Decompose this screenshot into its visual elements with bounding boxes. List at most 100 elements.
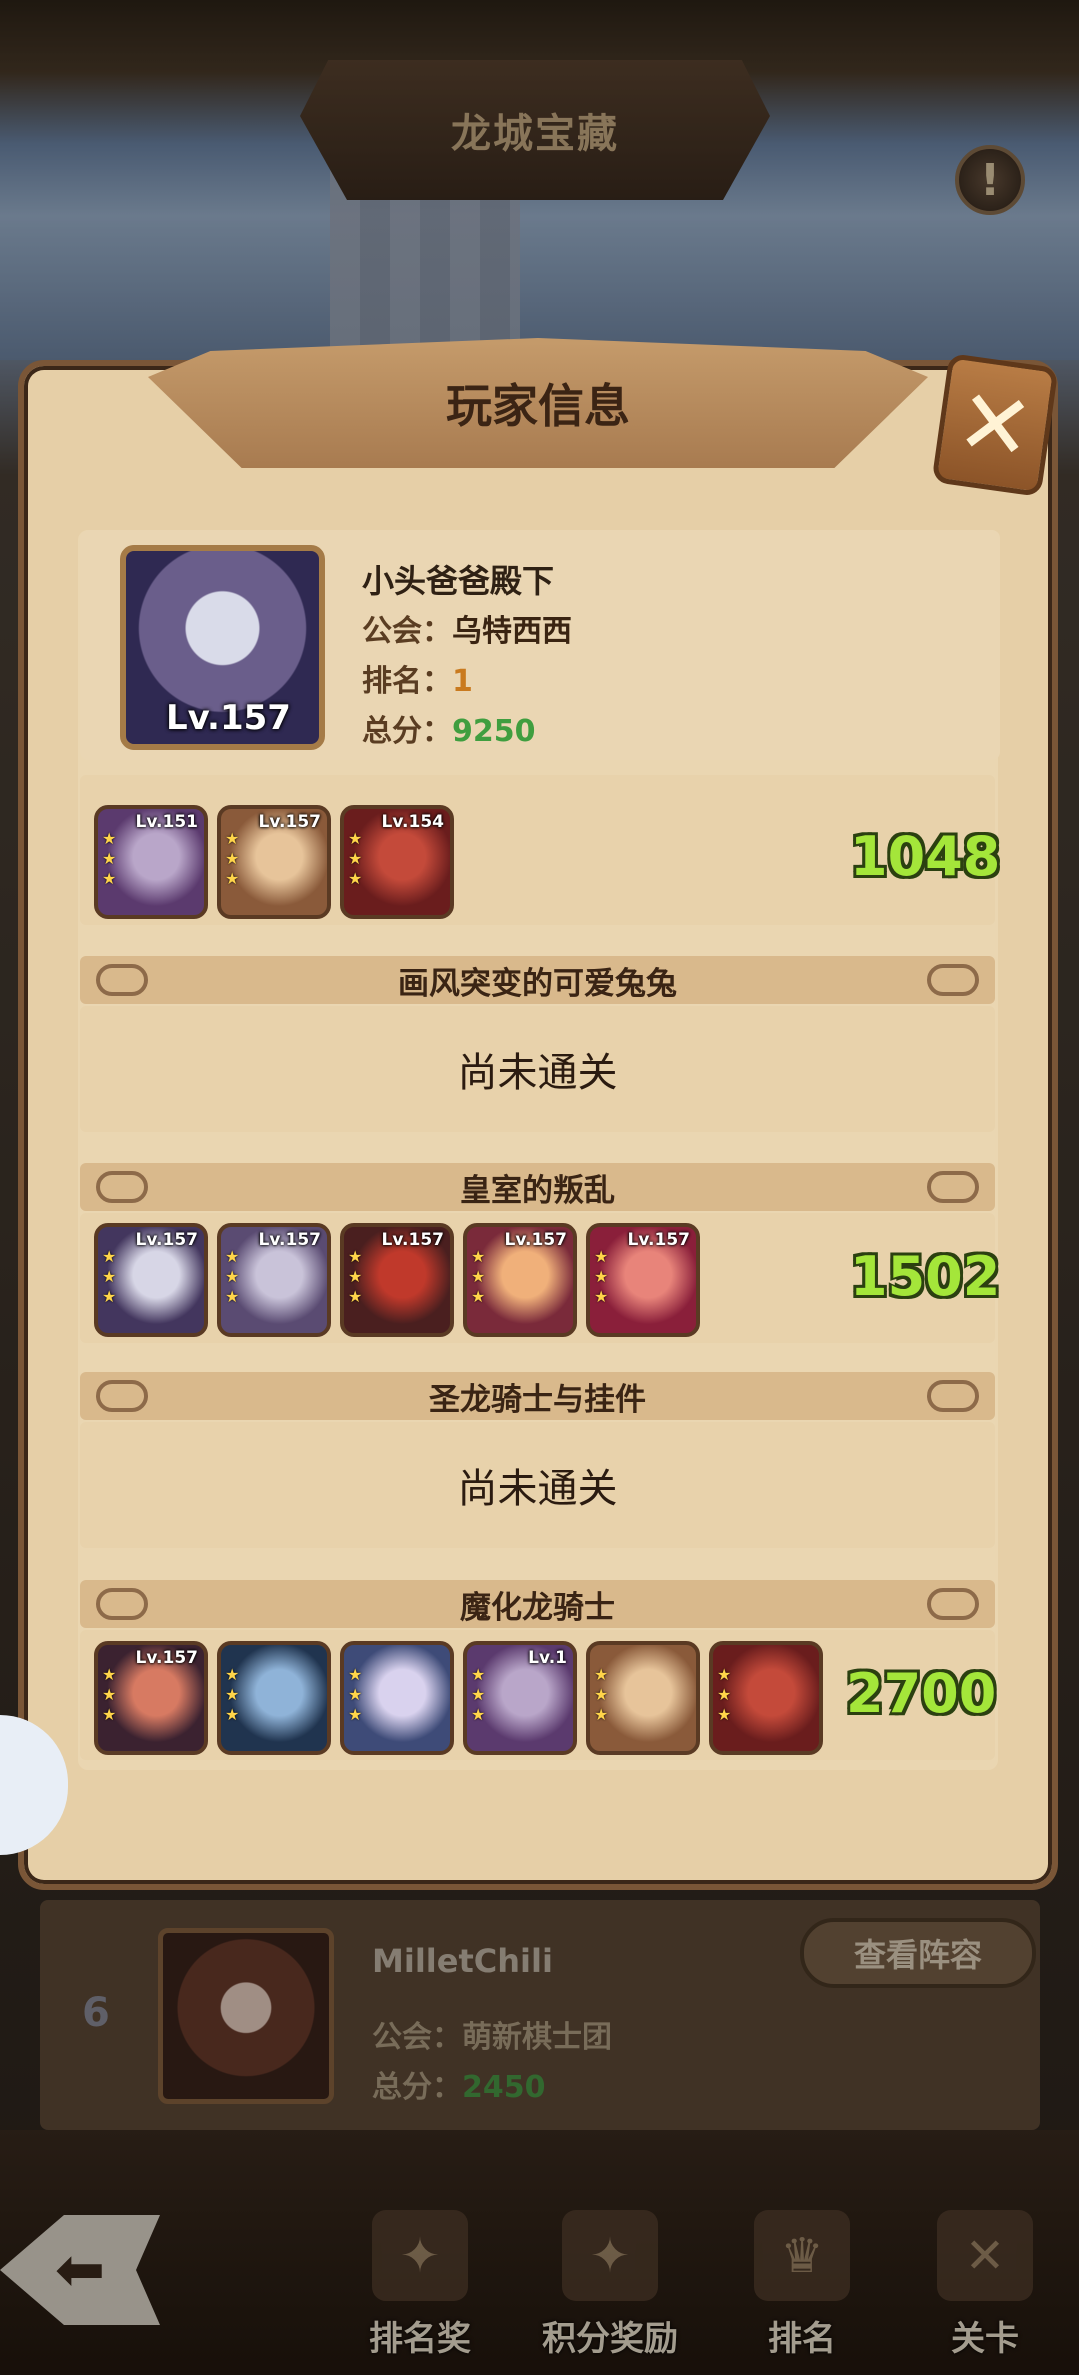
hero-portrait[interactable]: Lv.157 ★ ★ ★ xyxy=(586,1223,700,1337)
stage-title-bar: 皇室的叛乱 xyxy=(80,1163,995,1211)
star-icon: ★ xyxy=(102,1267,117,1286)
hero-portrait[interactable]: ★ ★ ★ xyxy=(586,1641,700,1755)
star-icon: ★ xyxy=(348,1267,363,1286)
stage-title-bar: 圣龙骑士与挂件 xyxy=(80,1372,995,1420)
hero-portrait[interactable]: Lv.154 ★ ★ ★ xyxy=(340,805,454,919)
star-icon: ★ xyxy=(225,869,240,888)
rank-line: 排名：1 xyxy=(362,656,473,700)
ornament-icon xyxy=(96,1380,148,1412)
hero-portrait[interactable]: ★ ★ ★ xyxy=(709,1641,823,1755)
ornament-icon xyxy=(927,1380,979,1412)
ornament-icon xyxy=(927,1588,979,1620)
ornament-icon xyxy=(96,964,148,996)
stage-title: 画风突变的可爱兔兔 xyxy=(398,965,677,1002)
star-icon: ★ xyxy=(102,849,117,868)
star-icon: ★ xyxy=(225,829,240,848)
star-icon: ★ xyxy=(471,1267,486,1286)
star-icon: ★ xyxy=(102,829,117,848)
star-icon: ★ xyxy=(348,1665,363,1684)
star-icon: ★ xyxy=(102,1287,117,1306)
star-icon: ★ xyxy=(348,869,363,888)
hero-level: Lv.154 xyxy=(381,812,444,832)
star-icon: ★ xyxy=(348,1685,363,1704)
star-icon: ★ xyxy=(102,1665,117,1684)
hero-portrait[interactable]: Lv.157 ★ ★ ★ xyxy=(217,805,331,919)
rank-value: 1 xyxy=(452,664,473,699)
ornament-icon xyxy=(927,964,979,996)
star-icon: ★ xyxy=(348,829,363,848)
hero-portrait[interactable]: Lv.157 ★ ★ ★ xyxy=(94,1223,208,1337)
star-icon: ★ xyxy=(225,1287,240,1306)
star-icon: ★ xyxy=(102,1705,117,1724)
star-icon: ★ xyxy=(594,1705,609,1724)
hero-portrait[interactable]: Lv.157 ★ ★ ★ xyxy=(463,1223,577,1337)
star-icon: ★ xyxy=(102,1685,117,1704)
player-level: Lv.157 xyxy=(166,698,291,738)
hero-portrait[interactable]: Lv.157 ★ ★ ★ xyxy=(217,1223,331,1337)
ornament-icon xyxy=(96,1588,148,1620)
star-icon: ★ xyxy=(348,1287,363,1306)
hero-level: Lv.151 xyxy=(135,812,198,832)
guild-label: 公会： xyxy=(362,614,452,649)
stage-title: 圣龙骑士与挂件 xyxy=(429,1381,646,1418)
star-icon: ★ xyxy=(225,1665,240,1684)
stage-title: 皇室的叛乱 xyxy=(460,1172,615,1209)
hero-level: Lv.157 xyxy=(135,1230,198,1250)
guild-line: 公会：乌特西西 xyxy=(362,606,572,650)
stage-status: 尚未通关 xyxy=(80,1422,995,1548)
star-icon: ★ xyxy=(102,869,117,888)
hero-level: Lv.157 xyxy=(258,1230,321,1250)
rank-label: 排名： xyxy=(362,664,452,699)
hero-portrait[interactable]: ★ ★ ★ xyxy=(340,1641,454,1755)
star-icon: ★ xyxy=(594,1267,609,1286)
hero-portrait[interactable]: Lv.1 ★ ★ ★ xyxy=(463,1641,577,1755)
hero-level: Lv.157 xyxy=(381,1230,444,1250)
ornament-icon xyxy=(96,1171,148,1203)
star-icon: ★ xyxy=(225,1705,240,1724)
hero-portrait[interactable]: Lv.151 ★ ★ ★ xyxy=(94,805,208,919)
hero-level: Lv.1 xyxy=(528,1648,567,1668)
star-icon: ★ xyxy=(717,1705,732,1724)
stage-status: 尚未通关 xyxy=(80,1006,995,1132)
hero-level: Lv.157 xyxy=(135,1648,198,1668)
player-name: 小头爸爸殿下 xyxy=(362,562,555,600)
stage-title: 魔化龙骑士 xyxy=(460,1589,615,1626)
star-icon: ★ xyxy=(225,1685,240,1704)
star-icon: ★ xyxy=(471,1685,486,1704)
ornament-icon xyxy=(927,1171,979,1203)
guild-name: 乌特西西 xyxy=(452,614,572,649)
star-icon: ★ xyxy=(471,1247,486,1266)
close-button[interactable]: ✕ xyxy=(931,352,1059,498)
star-icon: ★ xyxy=(594,1287,609,1306)
star-icon: ★ xyxy=(471,1665,486,1684)
hero-level: Lv.157 xyxy=(504,1230,567,1250)
star-icon: ★ xyxy=(471,1705,486,1724)
star-icon: ★ xyxy=(225,1267,240,1286)
modal-title: 玩家信息 xyxy=(148,338,928,468)
hero-portrait[interactable]: ★ ★ ★ xyxy=(217,1641,331,1755)
star-icon: ★ xyxy=(225,849,240,868)
star-icon: ★ xyxy=(348,1705,363,1724)
team-power: 1502 xyxy=(850,1245,1001,1308)
game-screen: 龙城宝藏 ! 6 MilletChili 公会：萌新棋士团 总分：2450 查看… xyxy=(0,0,1079,2375)
star-icon: ★ xyxy=(717,1665,732,1684)
stage-title-bar: 画风突变的可爱兔兔 xyxy=(80,956,995,1004)
hero-portrait[interactable]: Lv.157 ★ ★ ★ xyxy=(94,1641,208,1755)
score-label: 总分： xyxy=(362,714,452,749)
hero-portrait[interactable]: Lv.157 ★ ★ ★ xyxy=(340,1223,454,1337)
score-value: 9250 xyxy=(452,714,536,749)
hero-level: Lv.157 xyxy=(627,1230,690,1250)
star-icon: ★ xyxy=(594,1665,609,1684)
star-icon: ★ xyxy=(348,849,363,868)
stage-title-bar: 魔化龙骑士 xyxy=(80,1580,995,1628)
hero-level: Lv.157 xyxy=(258,812,321,832)
star-icon: ★ xyxy=(717,1685,732,1704)
star-icon: ★ xyxy=(225,1247,240,1266)
star-icon: ★ xyxy=(594,1685,609,1704)
close-icon: ✕ xyxy=(950,367,1040,483)
team-power: 2700 xyxy=(846,1662,997,1725)
star-icon: ★ xyxy=(348,1247,363,1266)
star-icon: ★ xyxy=(594,1247,609,1266)
star-icon: ★ xyxy=(471,1287,486,1306)
score-line: 总分：9250 xyxy=(362,706,536,750)
